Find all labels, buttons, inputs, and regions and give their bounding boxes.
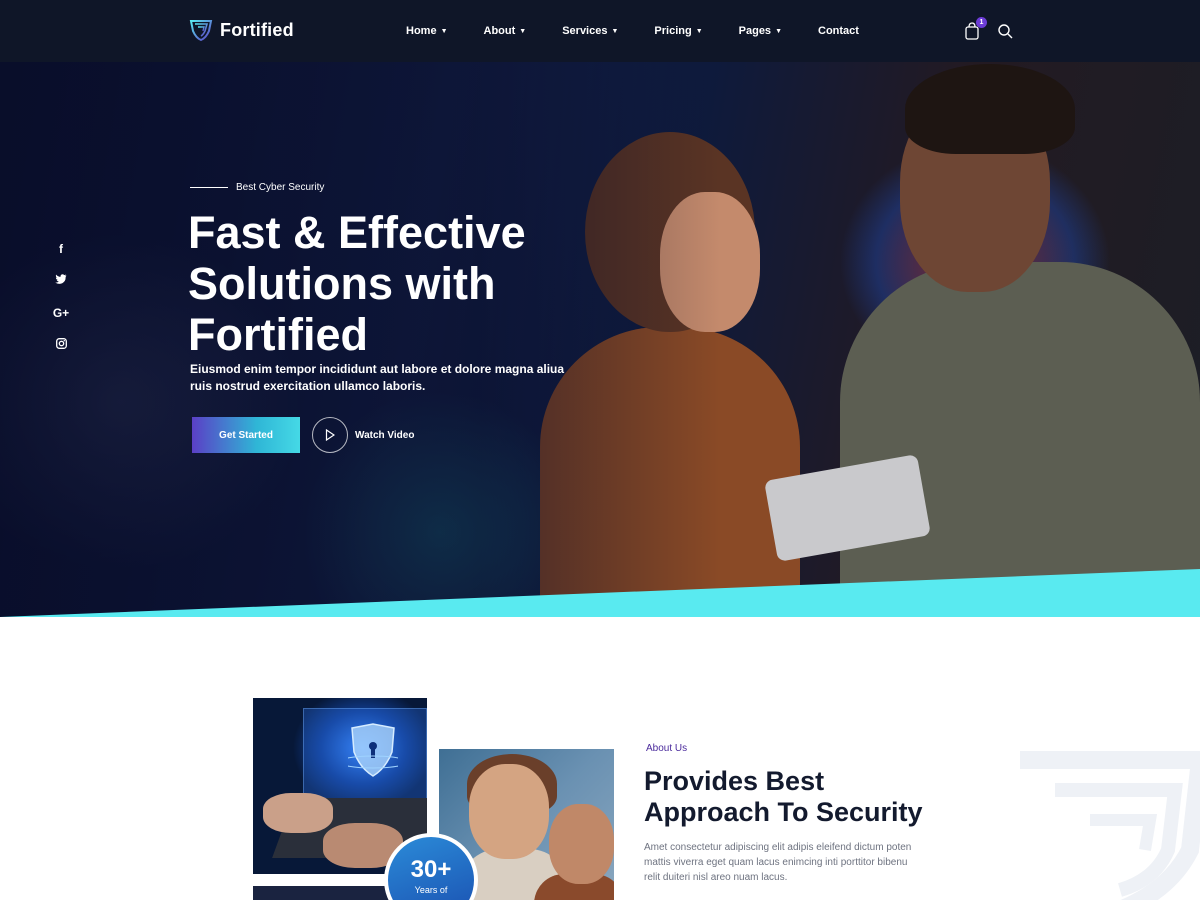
hero-title-line-2: Solutions with [188,258,496,309]
play-icon [325,429,335,441]
experience-years-number: 30+ [410,856,452,883]
nav-services-label: Services [562,25,608,37]
nav-contact[interactable]: Contact [818,25,859,37]
nav-pages-label: Pages [738,25,772,37]
nav-home-label: Home [406,25,437,37]
main-menu: Home ▼ About ▼ Services ▼ Pricing ▼ Page… [406,0,859,62]
nav-pricing[interactable]: Pricing ▼ [654,25,702,37]
about-description: Amet consectetur adipiscing elit adipis … [644,840,944,885]
chevron-down-icon: ▼ [695,27,703,35]
nav-pages[interactable]: Pages ▼ [739,25,782,37]
hero-tagline: Best Cyber Security [190,182,324,193]
brand-name: Fortified [220,19,294,40]
hero-desc-line-2: ruis nostrud exercitation ullamco labori… [190,379,426,393]
facebook-icon[interactable]: f [59,242,63,256]
play-button[interactable] [312,417,348,453]
security-shield-icon [348,723,398,777]
cart-count-badge: 1 [976,17,987,28]
watch-video-button[interactable]: Watch Video [312,417,414,453]
watch-video-label[interactable]: Watch Video [355,430,414,441]
shield-logo-icon [189,20,213,41]
nav-about[interactable]: About ▼ [484,25,527,37]
nav-services[interactable]: Services ▼ [562,25,618,37]
search-icon [998,24,1013,39]
nav-about-label: About [483,25,516,37]
about-title-line-1: Provides Best [644,766,825,796]
nav-contact-label: Contact [818,25,859,37]
about-desc-line-2: mattis viverra eget quam lacus enimcing … [644,857,908,868]
search-button[interactable] [997,23,1013,39]
hero-title-line-3: Fortified [188,309,368,360]
nav-home[interactable]: Home ▼ [406,25,448,37]
instagram-icon[interactable] [55,338,67,352]
hero-description: Eiusmod enim tempor incididunt aut labor… [190,361,570,395]
shield-watermark-icon [1020,751,1200,900]
chevron-down-icon: ▼ [775,27,782,35]
experience-years-label: Years of [414,885,448,895]
brand-logo[interactable]: Fortified [189,19,294,41]
about-desc-line-1: Amet consectetur adipiscing elit adipis … [644,842,912,853]
chevron-down-icon: ▼ [519,27,527,35]
social-links: f G+ [53,242,69,352]
google-plus-icon[interactable]: G+ [53,306,69,320]
tagline-divider [190,187,228,188]
chevron-down-icon: ▼ [611,27,619,35]
hero-desc-line-1: Eiusmod enim tempor incididunt aut labor… [190,362,565,376]
top-navbar: Fortified Home ▼ About ▼ Services ▼ Pric… [0,0,1200,62]
cart-button[interactable]: 1 [964,17,987,40]
hero-section: f G+ Best Cyber Security Fast & Effectiv… [0,62,1200,617]
chevron-down-icon: ▼ [440,27,448,35]
tagline-text: Best Cyber Security [236,182,325,193]
about-title: Provides Best Approach To Security [644,766,964,828]
hero-title: Fast & Effective Solutions with Fortifie… [188,207,608,360]
get-started-button[interactable]: Get Started [192,417,300,453]
about-title-line-2: Approach To Security [644,797,923,827]
section-label: About Us [646,743,688,754]
hero-title-line-1: Fast & Effective [188,207,526,258]
twitter-icon[interactable] [55,274,67,288]
about-desc-line-3: relit duiteri nisl areo nuam lacus. [644,872,788,883]
nav-pricing-label: Pricing [654,25,692,37]
